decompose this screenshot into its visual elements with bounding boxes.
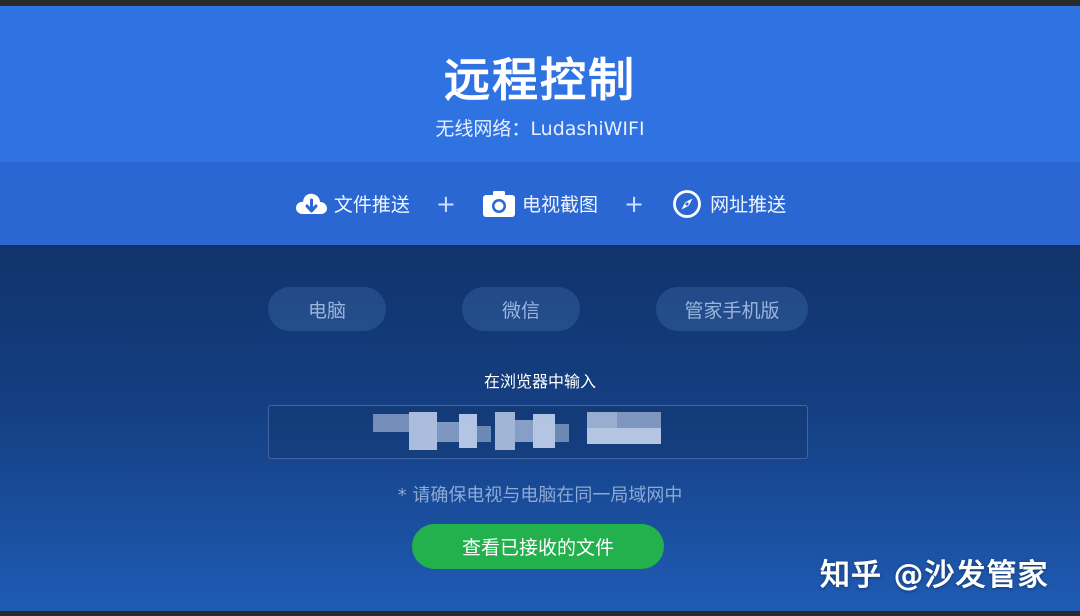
network-note: * 请确保电视与电脑在同一局域网中 [397, 485, 683, 506]
cloud-download-icon [294, 189, 328, 219]
watermark: 知乎 @沙发管家 [820, 558, 1049, 593]
bottom-frame-strip [0, 611, 1080, 616]
network-name: 无线网络：LudashiWIFI [435, 118, 645, 140]
feature-separator: + [624, 189, 645, 218]
feature-file-push[interactable]: 文件推送 [294, 189, 410, 219]
feature-tv-screenshot-label: 电视截图 [521, 194, 598, 216]
feature-tv-screenshot[interactable]: 电视截图 [482, 189, 598, 219]
camera-icon [482, 189, 516, 219]
feature-separator: + [435, 189, 456, 218]
address-display[interactable] [268, 405, 808, 459]
browser-instruction: 在浏览器中输入 [483, 372, 596, 391]
tab-wechat[interactable]: 微信 [462, 287, 580, 331]
feature-url-push-label: 网址推送 [710, 194, 787, 216]
tv-screen: 远程控制 无线网络：LudashiWIFI 文件推送 + 电视截图 + 网址推送… [0, 0, 1080, 616]
header: 远程控制 无线网络：LudashiWIFI [0, 6, 1080, 162]
connection-tabs: 电脑 微信 管家手机版 [0, 287, 1080, 331]
tab-computer[interactable]: 电脑 [268, 287, 386, 331]
tab-manager-mobile[interactable]: 管家手机版 [656, 287, 808, 331]
view-received-files-button[interactable]: 查看已接收的文件 [412, 524, 664, 569]
feature-file-push-label: 文件推送 [333, 194, 410, 216]
feature-url-push[interactable]: 网址推送 [670, 189, 786, 219]
feature-bar: 文件推送 + 电视截图 + 网址推送 [0, 162, 1080, 245]
compass-icon [670, 189, 704, 219]
page-title: 远程控制 [444, 53, 636, 107]
